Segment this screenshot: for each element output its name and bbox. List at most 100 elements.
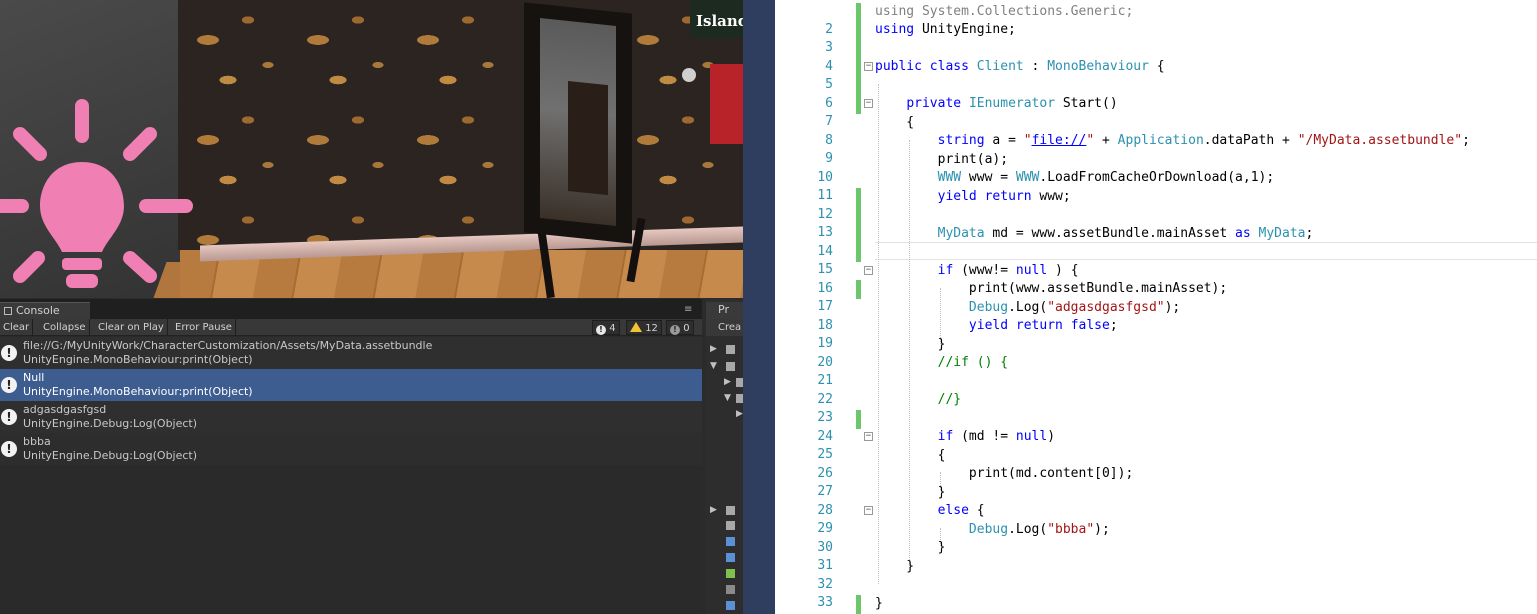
script-icon[interactable] <box>726 537 735 546</box>
code-line: 33 <box>775 576 1537 610</box>
tab-console-label: Console <box>16 304 60 317</box>
log-entry[interactable]: ! bbba UnityEngine.Debug:Log(Object) <box>0 433 702 465</box>
error-filter-toggle[interactable]: ! 0 <box>666 320 694 335</box>
code-line: 28 } <box>775 484 1537 518</box>
code-line: 13 <box>775 206 1537 240</box>
console-log-list: ! file://G:/MyUnityWork/CharacterCustomi… <box>0 337 702 465</box>
script-icon[interactable] <box>726 553 735 562</box>
code-line: 30 Debug.Log("bbba"); <box>775 521 1537 555</box>
lightbulb-icon <box>0 99 193 288</box>
log-entry[interactable]: ! adgasdgasfgsd UnityEngine.Debug:Log(Ob… <box>0 401 702 433</box>
code-line: 6 <box>775 77 1537 111</box>
code-line: 26 { <box>775 447 1537 481</box>
code-line: 21 //if () { <box>775 354 1537 388</box>
collapse-button[interactable]: Collapse <box>40 319 90 336</box>
change-marker <box>856 243 861 262</box>
collapse-icon[interactable]: − <box>864 506 873 515</box>
log-stacktrace: UnityEngine.Debug:Log(Object) <box>23 417 198 430</box>
asset-icon[interactable] <box>726 569 735 578</box>
collapse-icon[interactable]: − <box>864 99 873 108</box>
info-icon: ! <box>596 325 606 335</box>
code-line: 27 print(md.content[0]); <box>775 465 1537 499</box>
code-line: 11 WWW www = WWW.LoadFromCacheOrDownload… <box>775 169 1537 203</box>
tab-project[interactable]: Pr <box>706 302 743 319</box>
code-editor[interactable]: 2 using System.Collections.Generic; 3 us… <box>775 0 1537 614</box>
change-marker <box>856 225 861 244</box>
change-marker <box>856 280 861 299</box>
code-line: 19 yield return false; <box>775 317 1537 351</box>
error-count: 0 <box>683 323 690 334</box>
tree-arrow-icon[interactable]: ▶ <box>710 344 717 354</box>
code-line: 18 Debug.Log("adgasdgasfgsd"); <box>775 299 1537 333</box>
code-line: 23 //} <box>775 391 1537 425</box>
code-line: 12 yield return www; <box>775 188 1537 222</box>
log-count: 4 <box>609 323 616 334</box>
code-line: 32 } <box>775 558 1537 592</box>
tree-arrow-icon[interactable]: ▼ <box>710 361 717 371</box>
code-line: 3 using UnityEngine; <box>775 21 1537 55</box>
log-message: file://G:/MyUnityWork/CharacterCustomiza… <box>23 339 433 352</box>
tree-arrow-icon[interactable]: ▶ <box>736 409 743 419</box>
tree-arrow-icon[interactable]: ▶ <box>724 377 731 387</box>
asset-icon[interactable] <box>726 585 735 594</box>
tree-arrow-icon[interactable]: ▶ <box>710 505 717 515</box>
warning-icon <box>630 322 642 332</box>
folder-icon <box>736 394 743 403</box>
scene-mirror <box>524 2 662 298</box>
project-panel: Pr Crea ▶ ▼ ▶ ▼ ▶ ▶ <box>706 299 743 614</box>
collapse-icon[interactable]: − <box>864 432 873 441</box>
folder-icon <box>726 345 735 354</box>
console-tab-icon <box>4 307 12 315</box>
change-marker <box>856 95 861 114</box>
code-line: 17 print(www.assetBundle.mainAsset); <box>775 280 1537 314</box>
log-message: adgasdgasfgsd <box>23 403 107 416</box>
change-marker <box>856 206 861 225</box>
console-tab-bar: Console ≡ <box>0 299 702 319</box>
code-line: 22 <box>775 373 1537 407</box>
info-icon: ! <box>1 345 17 361</box>
folder-icon <box>726 362 735 371</box>
change-marker <box>856 3 861 22</box>
code-line: 16 − if (www!= null ) { <box>775 262 1537 296</box>
code-line: 2 using System.Collections.Generic; <box>775 3 1537 37</box>
log-message: bbba <box>23 435 51 448</box>
change-marker <box>856 58 861 77</box>
code-line: 29 − else { <box>775 502 1537 536</box>
clear-on-play-button[interactable]: Clear on Play <box>95 319 168 336</box>
folder-icon <box>726 506 735 515</box>
change-marker <box>856 410 861 429</box>
code-line: 5 − public class Client : MonoBehaviour … <box>775 58 1537 92</box>
string-link[interactable]: file:// <box>1032 133 1087 148</box>
warning-filter-toggle[interactable]: 12 <box>626 320 662 335</box>
scene-poster: Island <box>690 0 743 38</box>
log-filter-toggle[interactable]: ! 4 <box>592 320 620 335</box>
change-marker <box>856 595 861 614</box>
change-marker <box>856 40 861 59</box>
info-icon: ! <box>1 441 17 457</box>
collapse-icon[interactable]: − <box>864 62 873 71</box>
log-entry[interactable]: ! file://G:/MyUnityWork/CharacterCustomi… <box>0 337 702 369</box>
code-line: 15 <box>775 243 1537 277</box>
code-line: 24 <box>775 410 1537 444</box>
warning-count: 12 <box>645 323 658 334</box>
script-icon[interactable] <box>726 601 735 610</box>
info-icon: ! <box>1 409 17 425</box>
code-line: 14 MyData md = www.assetBundle.mainAsset… <box>775 225 1537 259</box>
scene-view[interactable]: Island <box>0 0 743 298</box>
change-marker <box>856 188 861 207</box>
log-entry-selected[interactable]: ! Null UnityEngine.MonoBehaviour:print(O… <box>0 369 702 401</box>
change-marker <box>856 21 861 40</box>
panel-menu-icon[interactable]: ≡ <box>684 304 692 315</box>
error-pause-button[interactable]: Error Pause <box>172 319 236 336</box>
log-stacktrace: UnityEngine.MonoBehaviour:print(Object) <box>23 385 253 398</box>
info-icon: ! <box>1 377 17 393</box>
scene-hanger <box>682 64 743 144</box>
tree-arrow-icon[interactable]: ▼ <box>724 393 731 403</box>
code-line: 10 print(a); <box>775 151 1537 185</box>
code-line: 25 − if (md != null) <box>775 428 1537 462</box>
clear-button[interactable]: Clear <box>0 319 34 336</box>
console-panel: Console ≡ Clear Collapse Clear on Play E… <box>0 299 702 614</box>
tab-console[interactable]: Console <box>0 302 90 319</box>
collapse-icon[interactable]: − <box>864 266 873 275</box>
create-button[interactable]: Crea <box>706 319 743 336</box>
